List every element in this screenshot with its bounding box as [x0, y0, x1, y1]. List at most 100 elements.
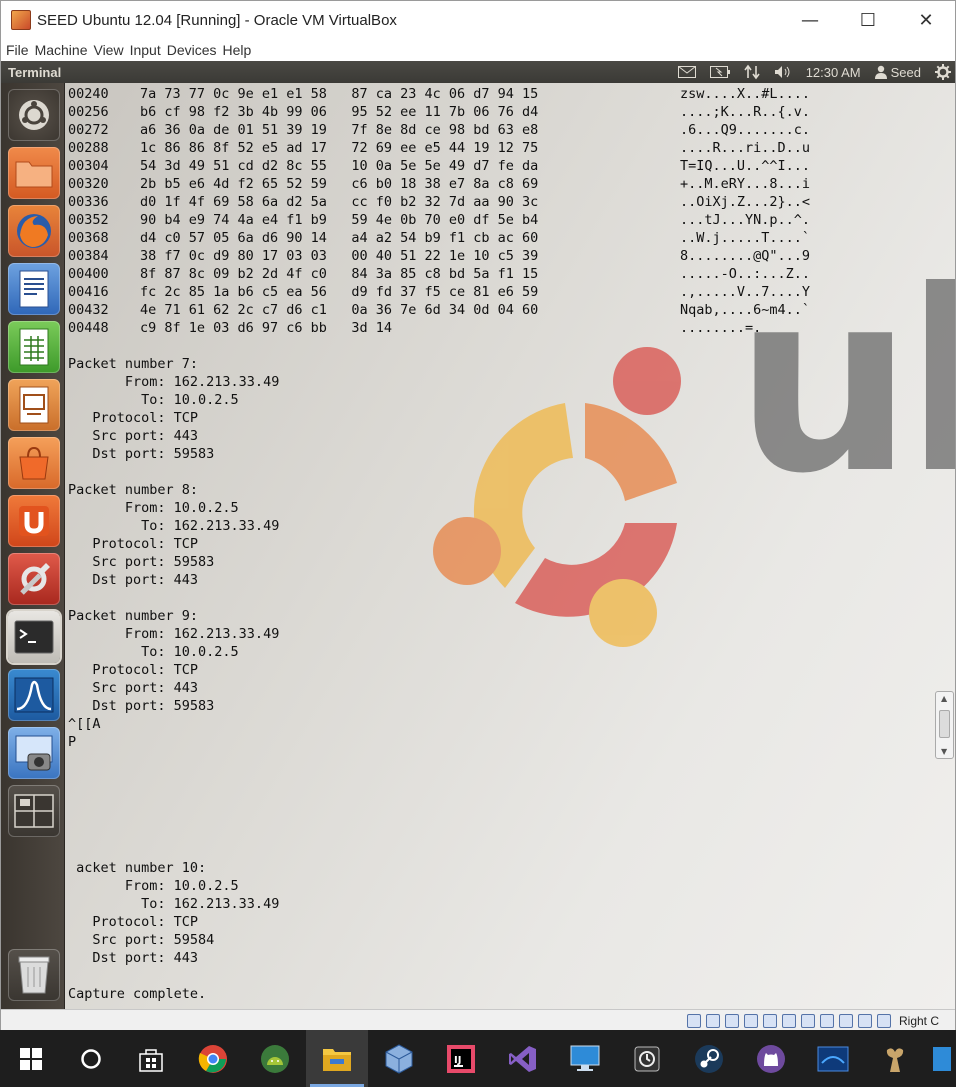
impress-icon[interactable] [8, 379, 60, 431]
close-button[interactable]: ✕ [897, 1, 955, 39]
video-capture-icon[interactable] [819, 1013, 834, 1028]
scroll-down-icon[interactable]: ▼ [941, 747, 947, 756]
hex-ascii: ........=. [680, 320, 762, 336]
hex-dump-row: 00240 7a 73 77 0c 9e e1 e1 58 87 ca 23 4c… [68, 85, 948, 103]
firefox-icon[interactable] [8, 205, 60, 257]
packet-protocol: Protocol: TCP [68, 662, 199, 678]
keyboard-capture-icon[interactable] [876, 1013, 891, 1028]
ubuntu-one-icon[interactable] [8, 495, 60, 547]
game-icon[interactable] [864, 1030, 926, 1087]
menu-machine[interactable]: Machine [35, 42, 88, 58]
packet-header: acket number 10: [68, 860, 207, 876]
hex-bytes: 90 b4 e9 74 4a e4 f1 b9 59 4e 0b 70 e0 d… [140, 212, 539, 228]
software-center-icon[interactable] [8, 437, 60, 489]
hex-dump-row: 00288 1c 86 86 8f 52 e5 ad 17 72 69 ee e5… [68, 139, 948, 157]
menu-devices[interactable]: Devices [167, 42, 217, 58]
hex-offset: 00400 [68, 266, 109, 282]
hex-offset: 00336 [68, 194, 109, 210]
clock-time[interactable]: 12:30 AM [806, 65, 861, 80]
calc-icon[interactable] [8, 321, 60, 373]
workspace-switcher-icon[interactable] [8, 785, 60, 837]
hex-offset: 00352 [68, 212, 109, 228]
hex-offset: 00448 [68, 320, 109, 336]
network-icon[interactable] [744, 64, 760, 80]
files-icon[interactable] [8, 147, 60, 199]
windows-start-icon[interactable] [0, 1030, 62, 1087]
cortana-icon[interactable] [62, 1030, 120, 1087]
chrome-icon[interactable] [182, 1030, 244, 1087]
packet-protocol: Protocol: TCP [68, 536, 199, 552]
minimize-button[interactable]: — [781, 1, 839, 39]
mouse-integration-icon[interactable] [857, 1013, 872, 1028]
hdd-icon[interactable] [686, 1013, 701, 1028]
windows-taskbar: IJ [0, 1030, 956, 1087]
system-settings-icon[interactable] [8, 553, 60, 605]
optical-drive-icon[interactable] [705, 1013, 720, 1028]
file-explorer-icon[interactable] [306, 1030, 368, 1087]
user-menu[interactable]: Seed [874, 64, 921, 80]
user-name: Seed [890, 64, 921, 80]
hex-dump-row: 00256 b6 cf 98 f2 3b 4b 99 06 95 52 ee 11… [68, 103, 948, 121]
writer-icon[interactable] [8, 263, 60, 315]
app-icon[interactable] [926, 1030, 956, 1087]
hex-bytes: 8f 87 8c 09 b2 2d 4f c0 84 3a 85 c8 bd 5… [140, 266, 539, 282]
steam-icon[interactable] [678, 1030, 740, 1087]
packet-from: From: 10.0.2.5 [68, 500, 239, 516]
shared-folders-icon[interactable] [781, 1013, 796, 1028]
scroll-up-icon[interactable]: ▲ [941, 694, 947, 703]
terminal-icon[interactable] [8, 611, 60, 663]
packet-protocol: Protocol: TCP [68, 914, 199, 930]
virtualbox-window: SEED Ubuntu 12.04 [Running] - Oracle VM … [0, 0, 956, 1031]
hex-bytes: d4 c0 57 05 6a d6 90 14 a4 a2 54 b9 f1 c… [140, 230, 539, 246]
hex-ascii: 8........@Q"...9 [680, 248, 811, 264]
hex-ascii: ..OiXj.Z...2}..< [680, 194, 811, 210]
mail-icon[interactable] [677, 66, 696, 78]
network-adapter-icon[interactable] [743, 1013, 758, 1028]
github-icon[interactable] [740, 1030, 802, 1087]
android-studio-icon[interactable] [244, 1030, 306, 1087]
screenshot-icon[interactable] [8, 727, 60, 779]
hex-ascii: +..M.eRY...8...i [680, 176, 811, 192]
maximize-button[interactable]: ☐ [839, 1, 897, 39]
hex-offset: 00256 [68, 104, 109, 120]
menu-help[interactable]: Help [223, 42, 252, 58]
remote-desktop-icon[interactable] [554, 1030, 616, 1087]
intellij-icon[interactable]: IJ [430, 1030, 492, 1087]
packet-header: Packet number 7: [68, 356, 199, 372]
hex-bytes: 54 3d 49 51 cd d2 8c 55 10 0a 5e 5e 49 d… [140, 158, 539, 174]
store-icon[interactable] [120, 1030, 182, 1087]
wireshark-icon[interactable] [8, 669, 60, 721]
virtualbox-icon[interactable] [368, 1030, 430, 1087]
ubuntu-dash-icon[interactable] [8, 89, 60, 141]
display-icon[interactable] [800, 1013, 815, 1028]
terminal-scrollbar[interactable]: ▲ ▼ [935, 691, 954, 759]
gear-icon[interactable] [935, 64, 951, 80]
hex-bytes: a6 36 0a de 01 51 39 19 7f 8e 8d ce 98 b… [140, 122, 539, 138]
task-app-icon[interactable] [616, 1030, 678, 1087]
trash-icon[interactable] [8, 949, 60, 1001]
scrollbar-thumb[interactable] [939, 710, 950, 738]
virtualbox-status-bar: Right C [1, 1009, 955, 1031]
terminal-output[interactable]: 00240 7a 73 77 0c 9e e1 e1 58 87 ca 23 4c… [68, 85, 948, 1009]
capture-complete-line: Capture complete. [68, 986, 207, 1002]
blizzard-icon[interactable] [802, 1030, 864, 1087]
cpu-icon[interactable] [838, 1013, 853, 1028]
hex-offset: 00288 [68, 140, 109, 156]
menu-file[interactable]: File [6, 42, 29, 58]
window-title: SEED Ubuntu 12.04 [Running] - Oracle VM … [37, 11, 397, 29]
hex-ascii: T=IQ...U..^^I... [680, 158, 811, 174]
hex-ascii: .6...Q9.......c. [680, 122, 811, 138]
packet-from: From: 162.213.33.49 [68, 626, 280, 642]
hex-offset: 00416 [68, 284, 109, 300]
battery-icon[interactable] [709, 66, 730, 78]
audio-icon[interactable] [724, 1013, 739, 1028]
volume-icon[interactable] [774, 65, 792, 79]
menu-view[interactable]: View [93, 42, 123, 58]
visual-studio-icon[interactable] [492, 1030, 554, 1087]
terminal-p-line: P [68, 734, 77, 750]
unity-launcher [1, 83, 65, 1009]
hex-dump-row: 00368 d4 c0 57 05 6a d6 90 14 a4 a2 54 b9… [68, 229, 948, 247]
menu-input[interactable]: Input [130, 42, 161, 58]
usb-icon[interactable] [762, 1013, 777, 1028]
hex-offset: 00432 [68, 302, 109, 318]
